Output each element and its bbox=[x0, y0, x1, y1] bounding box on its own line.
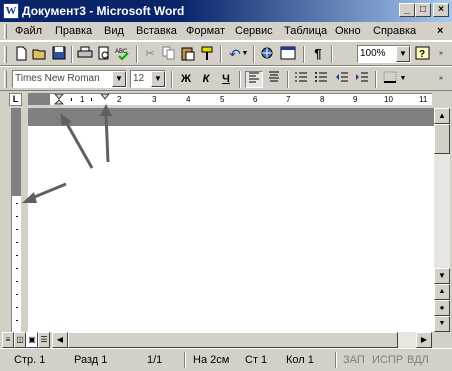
outline-view-icon[interactable]: ☰ bbox=[38, 332, 50, 348]
scroll-down-icon[interactable]: ▼ bbox=[434, 268, 450, 284]
status-bar: Стр. 1 Разд 1 1/1 На 2см Ст 1 Кол 1 ЗАП … bbox=[0, 348, 452, 371]
status-line: Ст 1 bbox=[245, 354, 268, 366]
status-trk[interactable]: ИСПР bbox=[372, 354, 403, 366]
separator bbox=[184, 352, 186, 368]
scroll-left-icon[interactable]: ◀ bbox=[52, 332, 68, 348]
status-pages: 1/1 bbox=[147, 354, 163, 366]
status-ext[interactable]: ВДЛ bbox=[407, 354, 429, 366]
web-view-icon[interactable]: ◫ bbox=[14, 332, 26, 348]
select-browse-icon[interactable]: ● bbox=[434, 300, 450, 316]
status-position: На 2см bbox=[193, 354, 230, 366]
normal-view-icon[interactable]: ≡ bbox=[2, 332, 14, 348]
status-section: Разд 1 bbox=[74, 354, 108, 366]
status-column: Кол 1 bbox=[286, 354, 314, 366]
status-rec[interactable]: ЗАП bbox=[343, 354, 365, 366]
page-view-icon[interactable]: ▣ bbox=[26, 332, 38, 348]
scroll-thumb[interactable] bbox=[434, 124, 450, 154]
horizontal-scrollbar[interactable]: ◀ ▶ bbox=[52, 332, 432, 348]
scroll-up-icon[interactable]: ▲ bbox=[434, 108, 450, 124]
scroll-right-icon[interactable]: ▶ bbox=[416, 332, 432, 348]
arrow-annotation-icon bbox=[22, 104, 112, 203]
prev-page-icon[interactable]: ▲ bbox=[434, 284, 450, 300]
h-scroll-thumb[interactable] bbox=[68, 332, 398, 348]
horizontal-scroll-row: ≡ ◫ ▣ ☰ ◀ ▶ bbox=[0, 332, 452, 348]
status-page: Стр. 1 bbox=[14, 354, 46, 366]
vertical-scrollbar[interactable]: ▲ ▼ ▲ ● ▼ bbox=[434, 108, 450, 332]
separator bbox=[335, 352, 337, 368]
next-page-icon[interactable]: ▼ bbox=[434, 316, 450, 332]
